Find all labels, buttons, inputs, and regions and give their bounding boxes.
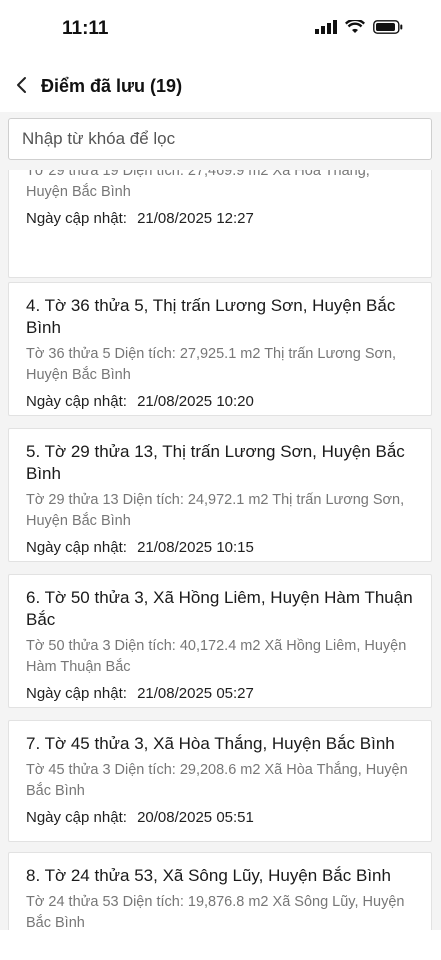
- item-description: Tờ 36 thửa 5 Diện tích: 27,925.1 m2 Thị …: [26, 346, 397, 383]
- item-date: Ngày cập nhật: 21/08/2025 12:27: [26, 209, 415, 229]
- status-bar: 11:11: [0, 0, 441, 58]
- filter-bar: [0, 112, 441, 170]
- item-description: Tờ 50 thửa 3 Diện tích: 40,172.4 m2 Xã H…: [26, 638, 407, 675]
- list-item[interactable]: Tờ 29 thửa 19 Diện tích: 27,469.9 m2 Xã …: [8, 170, 432, 278]
- saved-list[interactable]: Tờ 29 thửa 19 Diện tích: 27,469.9 m2 Xã …: [0, 170, 441, 930]
- item-date-value: 21/08/2025 10:20: [137, 393, 254, 410]
- status-time: 11:11: [62, 18, 109, 39]
- item-date: Ngày cập nhật: 21/08/2025 10:20: [26, 392, 415, 412]
- item-title: 4. Tờ 36 thửa 5, Thị trấn Lương Sơn, Huy…: [26, 296, 396, 337]
- list-item[interactable]: 7. Tờ 45 thửa 3, Xã Hòa Thắng, Huyện Bắc…: [8, 720, 432, 842]
- status-icons: [315, 18, 403, 39]
- bottom-safe-area: [0, 930, 441, 960]
- back-button[interactable]: [10, 73, 34, 97]
- item-date-value: 21/08/2025 12:27: [137, 210, 254, 227]
- list-item[interactable]: 6. Tờ 50 thửa 3, Xã Hồng Liêm, Huyện Hàm…: [8, 574, 432, 708]
- item-description: Tờ 29 thửa 19 Diện tích: 27,469.9 m2 Xã …: [26, 170, 370, 200]
- item-date: Ngày cập nhật: 21/08/2025 10:15: [26, 538, 415, 558]
- chevron-left-icon: [17, 77, 26, 93]
- header: Điểm đã lưu (19): [0, 58, 441, 113]
- list-item[interactable]: 5. Tờ 29 thửa 13, Thị trấn Lương Sơn, Hu…: [8, 428, 432, 562]
- item-date-label: Ngày cập nhật:: [26, 393, 127, 410]
- filter-input[interactable]: [8, 118, 432, 160]
- list-item[interactable]: 4. Tờ 36 thửa 5, Thị trấn Lương Sơn, Huy…: [8, 282, 432, 416]
- item-title: 6. Tờ 50 thửa 3, Xã Hồng Liêm, Huyện Hàm…: [26, 588, 413, 629]
- item-date-label: Ngày cập nhật:: [26, 685, 127, 702]
- wifi-icon: [344, 18, 366, 39]
- item-date: Ngày cập nhật: 20/08/2025 05:51: [26, 808, 415, 828]
- item-date-value: 21/08/2025 05:27: [137, 685, 254, 702]
- item-date-label: Ngày cập nhật:: [26, 210, 127, 227]
- item-date-label: Ngày cập nhật:: [26, 539, 127, 556]
- item-description: Tờ 29 thửa 13 Diện tích: 24,972.1 m2 Thị…: [26, 492, 405, 529]
- battery-icon: [373, 20, 403, 39]
- item-title: 5. Tờ 29 thửa 13, Thị trấn Lương Sơn, Hu…: [26, 442, 405, 483]
- item-title: 7. Tờ 45 thửa 3, Xã Hòa Thắng, Huyện Bắc…: [26, 734, 395, 753]
- list-item[interactable]: 8. Tờ 24 thửa 53, Xã Sông Lũy, Huyện Bắc…: [8, 852, 432, 930]
- item-date: Ngày cập nhật: 21/08/2025 05:27: [26, 684, 415, 704]
- item-date-label: Ngày cập nhật:: [26, 809, 127, 826]
- signal-icon: [315, 20, 337, 39]
- item-description: Tờ 24 thửa 53 Diện tích: 19,876.8 m2 Xã …: [26, 894, 405, 930]
- item-date-value: 21/08/2025 10:15: [137, 539, 254, 556]
- item-title: 8. Tờ 24 thửa 53, Xã Sông Lũy, Huyện Bắc…: [26, 866, 391, 885]
- item-date-value: 20/08/2025 05:51: [137, 809, 254, 826]
- page-title: Điểm đã lưu (19): [41, 76, 183, 96]
- item-description: Tờ 45 thửa 3 Diện tích: 29,208.6 m2 Xã H…: [26, 762, 408, 799]
